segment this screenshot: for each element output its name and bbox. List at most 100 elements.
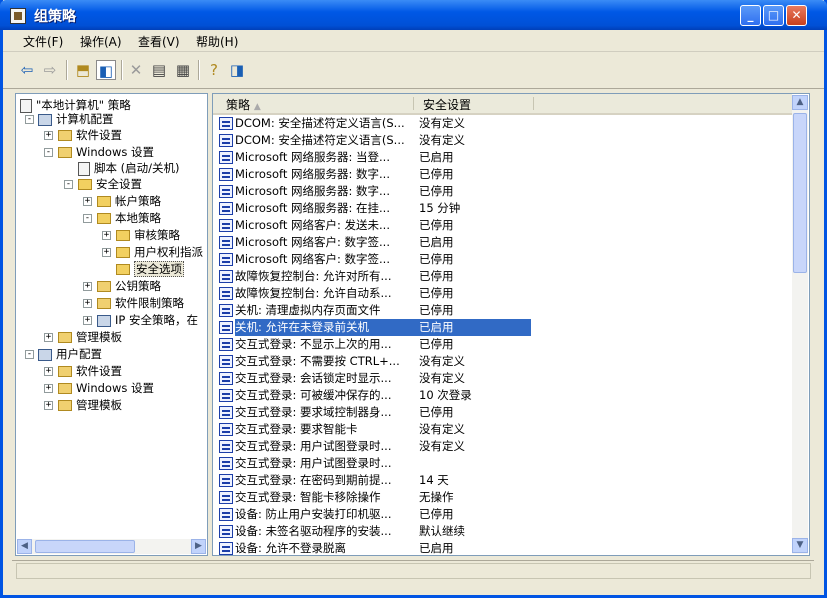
scroll-up-icon[interactable]: ▲ bbox=[792, 95, 808, 110]
policy-row[interactable]: 交互式登录: 智能卡移除操作 无操作 bbox=[217, 489, 792, 506]
tree-item-user-rights[interactable]: 用户权利指派 bbox=[116, 244, 203, 260]
policy-row[interactable]: 交互式登录: 不显示上次的用... 已停用 bbox=[217, 336, 792, 353]
policy-row[interactable]: DCOM: 安全描述符定义语言(S... 没有定义 bbox=[217, 132, 792, 149]
policy-row[interactable]: 故障恢复控制台: 允许对所有... 已停用 bbox=[217, 268, 792, 285]
policy-row[interactable]: 设备: 允许不登录脱离 已启用 bbox=[217, 540, 792, 555]
collapse-icon[interactable]: - bbox=[83, 214, 92, 223]
policy-row[interactable]: 交互式登录: 用户试图登录时... 没有定义 bbox=[217, 438, 792, 455]
scroll-thumb[interactable] bbox=[793, 113, 807, 273]
menu-file[interactable]: 文件(F) bbox=[23, 33, 63, 50]
tree-item-security-options[interactable]: 安全选项 bbox=[116, 261, 184, 277]
folder-icon bbox=[58, 383, 72, 394]
back-arrow-icon[interactable]: ⇦ bbox=[17, 60, 37, 80]
policy-row[interactable]: Microsoft 网络客户: 数字签... 已启用 bbox=[217, 234, 792, 251]
policy-row[interactable]: 交互式登录: 要求智能卡 没有定义 bbox=[217, 421, 792, 438]
export-list-icon[interactable]: ▦ bbox=[173, 60, 193, 80]
help-icon[interactable]: ? bbox=[204, 60, 224, 80]
collapse-icon[interactable]: - bbox=[25, 350, 34, 359]
forward-arrow-icon[interactable]: ⇨ bbox=[40, 60, 60, 80]
tree-item-admin-templates[interactable]: 管理模板 bbox=[58, 329, 122, 345]
security-icon bbox=[78, 179, 92, 190]
policy-row[interactable]: 设备: 未签名驱动程序的安装... 默认继续 bbox=[217, 523, 792, 540]
tree-horizontal-scrollbar[interactable]: ◀ ▶ bbox=[17, 539, 206, 554]
tree-item-user-admin-templates[interactable]: 管理模板 bbox=[58, 397, 122, 413]
tree-item-software-restriction[interactable]: 软件限制策略 bbox=[97, 295, 184, 311]
menu-view[interactable]: 查看(V) bbox=[138, 33, 180, 50]
expand-icon[interactable]: + bbox=[102, 231, 111, 240]
policy-row[interactable]: 交互式登录: 不需要按 CTRL+... 没有定义 bbox=[217, 353, 792, 370]
policy-row[interactable]: 交互式登录: 要求域控制器身... 已停用 bbox=[217, 404, 792, 421]
expand-icon[interactable]: + bbox=[83, 282, 92, 291]
show-hide-tree-icon[interactable]: ◧ bbox=[96, 60, 116, 80]
policy-row[interactable]: DCOM: 安全描述符定义语言(S... 没有定义 bbox=[217, 115, 792, 132]
policy-row[interactable]: 交互式登录: 用户试图登录时... bbox=[217, 455, 792, 472]
console-tree-icon[interactable]: ◨ bbox=[227, 60, 247, 80]
policy-row[interactable]: 交互式登录: 会话锁定时显示... 没有定义 bbox=[217, 370, 792, 387]
expand-icon[interactable]: + bbox=[44, 333, 53, 342]
tree-item-security-settings[interactable]: 安全设置 bbox=[78, 176, 142, 192]
policy-row[interactable]: 交互式登录: 可被缓冲保存的... 10 次登录 bbox=[217, 387, 792, 404]
collapse-icon[interactable]: - bbox=[44, 148, 53, 157]
scroll-right-icon[interactable]: ▶ bbox=[191, 539, 206, 554]
expand-icon[interactable]: + bbox=[83, 316, 92, 325]
script-icon bbox=[78, 161, 90, 176]
up-folder-icon[interactable]: ⬒ bbox=[73, 60, 93, 80]
tree-item-user-software-settings[interactable]: 软件设置 bbox=[58, 363, 122, 379]
policy-row[interactable]: Microsoft 网络服务器: 当登... 已启用 bbox=[217, 149, 792, 166]
expand-icon[interactable]: + bbox=[83, 299, 92, 308]
tree-item-account-policy[interactable]: 帐户策略 bbox=[97, 193, 161, 209]
policy-row[interactable]: Microsoft 网络服务器: 在挂... 15 分钟 bbox=[217, 200, 792, 217]
folder-lock-icon bbox=[97, 213, 111, 224]
policy-row[interactable]: 关机: 清理虚拟内存页面文件 已停用 bbox=[217, 302, 792, 319]
scroll-down-icon[interactable]: ▼ bbox=[792, 538, 808, 553]
delete-icon[interactable]: ✕ bbox=[126, 60, 146, 80]
menu-help[interactable]: 帮助(H) bbox=[196, 33, 238, 50]
policy-setting-icon bbox=[219, 270, 233, 283]
collapse-icon[interactable]: - bbox=[25, 115, 34, 124]
folder-icon bbox=[58, 332, 72, 343]
policy-row[interactable]: 设备: 防止用户安装打印机驱... 已停用 bbox=[217, 506, 792, 523]
column-header-security-setting[interactable]: 安全设置 bbox=[423, 96, 471, 113]
collapse-icon[interactable]: - bbox=[64, 180, 73, 189]
expand-icon[interactable]: + bbox=[102, 248, 111, 257]
policy-row[interactable]: 故障恢复控制台: 允许自动系... 已停用 bbox=[217, 285, 792, 302]
tree-item-windows-settings[interactable]: Windows 设置 bbox=[58, 144, 154, 160]
column-header-policy[interactable]: 策略 ▲ bbox=[226, 96, 261, 113]
tree-item-software-settings[interactable]: 软件设置 bbox=[58, 127, 122, 143]
policy-list[interactable]: 策略 ▲ 安全设置 DCOM: 安全描述符定义语言(S... 没有定义 DCOM: … bbox=[212, 93, 810, 556]
maximize-button[interactable]: □ bbox=[763, 5, 784, 26]
column-divider[interactable] bbox=[413, 97, 414, 110]
tree-item-scripts[interactable]: 脚本 (启动/关机) bbox=[78, 160, 180, 176]
close-button[interactable]: ✕ bbox=[786, 5, 807, 26]
console-tree[interactable]: "本地计算机" 策略 - 计算机配置 + 软件设置 - Windows 设置 脚… bbox=[15, 93, 208, 556]
policy-row[interactable]: Microsoft 网络服务器: 数字... 已停用 bbox=[217, 183, 792, 200]
tree-item-computer-config[interactable]: 计算机配置 bbox=[38, 111, 114, 127]
column-divider[interactable] bbox=[533, 97, 534, 110]
policy-row[interactable]: 关机: 允许在未登录前关机 已启用 bbox=[217, 319, 792, 336]
menu-action[interactable]: 操作(A) bbox=[80, 33, 122, 50]
policy-row[interactable]: Microsoft 网络客户: 数字签... 已停用 bbox=[217, 251, 792, 268]
security-setting-value: 已停用 bbox=[419, 303, 454, 317]
tree-item-user-config[interactable]: 用户配置 bbox=[38, 346, 102, 362]
list-vertical-scrollbar[interactable]: ▲ ▼ bbox=[792, 95, 808, 554]
policy-row[interactable]: Microsoft 网络服务器: 数字... 已停用 bbox=[217, 166, 792, 183]
policy-setting-icon bbox=[219, 117, 233, 130]
properties-icon[interactable]: ▤ bbox=[149, 60, 169, 80]
expand-icon[interactable]: + bbox=[44, 131, 53, 140]
scroll-thumb[interactable] bbox=[35, 540, 135, 553]
expand-icon[interactable]: + bbox=[44, 384, 53, 393]
scroll-left-icon[interactable]: ◀ bbox=[17, 539, 32, 554]
policy-row[interactable]: Microsoft 网络客户: 发送未... 已停用 bbox=[217, 217, 792, 234]
tree-item-public-key-policy[interactable]: 公钥策略 bbox=[97, 278, 161, 294]
expand-icon[interactable]: + bbox=[44, 401, 53, 410]
expand-icon[interactable]: + bbox=[83, 197, 92, 206]
minimize-button[interactable]: _ bbox=[740, 5, 761, 26]
policy-setting-icon bbox=[219, 185, 233, 198]
policy-row[interactable]: 交互式登录: 在密码到期前提... 14 天 bbox=[217, 472, 792, 489]
tree-item-ip-security[interactable]: IP 安全策略，在 bbox=[97, 312, 198, 328]
tree-item-audit-policy[interactable]: 审核策略 bbox=[116, 227, 180, 243]
title-bar[interactable]: 组策略 _ □ ✕ bbox=[0, 0, 827, 30]
tree-item-local-policy[interactable]: 本地策略 bbox=[97, 210, 161, 226]
tree-item-user-windows-settings[interactable]: Windows 设置 bbox=[58, 380, 154, 396]
expand-icon[interactable]: + bbox=[44, 367, 53, 376]
